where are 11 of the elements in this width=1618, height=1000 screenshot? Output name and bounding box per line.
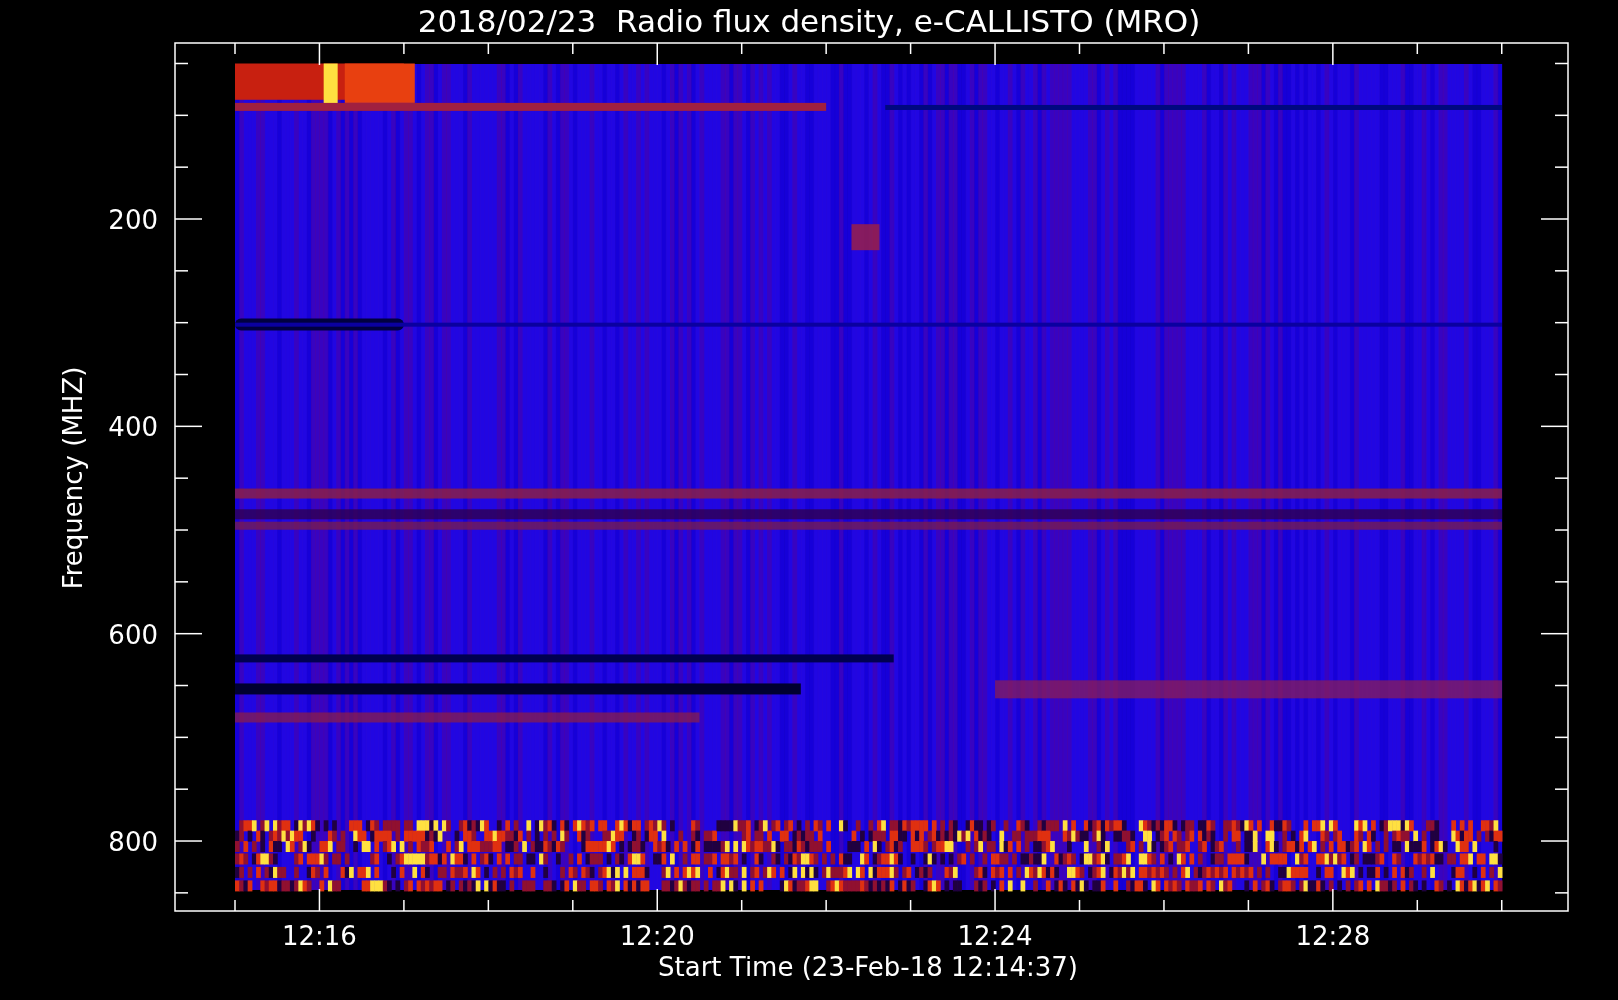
x-axis-label: Start Time (23-Feb-18 12:14:37) xyxy=(658,952,1078,982)
x-tick-label: 12:16 xyxy=(282,921,357,951)
x-tick-label: 12:20 xyxy=(619,921,695,951)
y-tick-label: 600 xyxy=(108,619,158,650)
y-tick-label: 800 xyxy=(108,827,158,857)
y-tick-label: 400 xyxy=(108,412,158,443)
y-axis-label: Frequency (MHZ) xyxy=(58,366,88,590)
x-tick-label: 12:24 xyxy=(957,921,1033,951)
chart-title: 2018/02/23 Radio flux density, e-CALLISTO (MRO) xyxy=(417,3,1201,39)
x-tick-label: 12:28 xyxy=(1295,921,1371,951)
y-tick-label: 200 xyxy=(108,205,158,235)
